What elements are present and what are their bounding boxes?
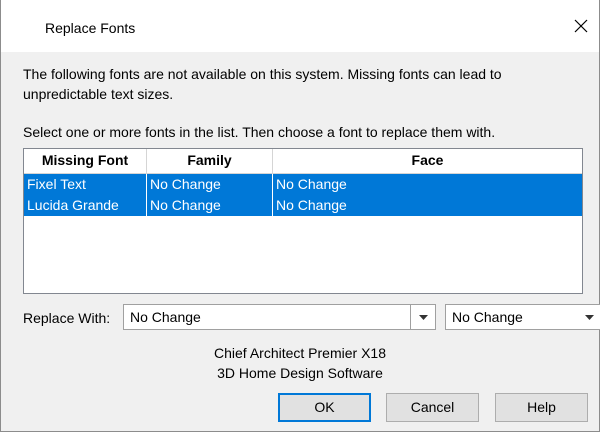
product-name: Chief Architect Premier X18: [214, 345, 386, 361]
face-cell: No Change: [276, 197, 347, 213]
title-bar: Replace Fonts: [1, 0, 599, 52]
face-dropdown-button[interactable]: [577, 305, 600, 329]
family-cell: No Change: [147, 195, 273, 216]
close-icon: [574, 19, 588, 33]
table-row[interactable]: Lucida Grande No Change No Change: [24, 195, 582, 216]
replace-family-dropdown[interactable]: No Change: [123, 304, 436, 330]
product-info: Chief Architect Premier X18 3D Home Desi…: [1, 343, 599, 383]
chevron-down-icon: [418, 314, 428, 320]
ok-button[interactable]: OK: [278, 393, 371, 422]
replace-face-value: No Change: [452, 309, 523, 325]
replace-fonts-dialog: Replace Fonts The following fonts are no…: [0, 0, 600, 432]
family-cell: No Change: [147, 174, 273, 195]
close-button[interactable]: [567, 12, 595, 40]
product-tagline: 3D Home Design Software: [217, 365, 383, 381]
instruction-message: Select one or more fonts in the list. Th…: [23, 124, 496, 140]
column-header-missing-font[interactable]: Missing Font: [24, 149, 147, 173]
help-button[interactable]: Help: [495, 393, 588, 422]
chevron-down-icon: [584, 314, 594, 320]
column-header-face[interactable]: Face: [273, 149, 582, 173]
missing-fonts-list[interactable]: Missing Font Family Face Fixel Text No C…: [23, 148, 583, 294]
missing-font-cell: Lucida Grande: [24, 195, 147, 216]
warning-message: The following fonts are not available on…: [23, 66, 502, 102]
cancel-button[interactable]: Cancel: [386, 393, 479, 422]
missing-font-cell: Fixel Text: [24, 174, 147, 195]
replace-face-dropdown[interactable]: No Change: [445, 304, 600, 330]
dialog-title: Replace Fonts: [45, 20, 136, 36]
replace-family-value: No Change: [130, 309, 201, 325]
replace-with-label: Replace With:: [23, 310, 111, 326]
column-header-family[interactable]: Family: [147, 149, 273, 173]
face-cell: No Change: [276, 176, 347, 192]
list-header: Missing Font Family Face: [24, 149, 582, 174]
family-dropdown-button[interactable]: [410, 305, 435, 329]
table-row[interactable]: Fixel Text No Change No Change: [24, 174, 582, 195]
dialog-content: The following fonts are not available on…: [1, 52, 600, 431]
